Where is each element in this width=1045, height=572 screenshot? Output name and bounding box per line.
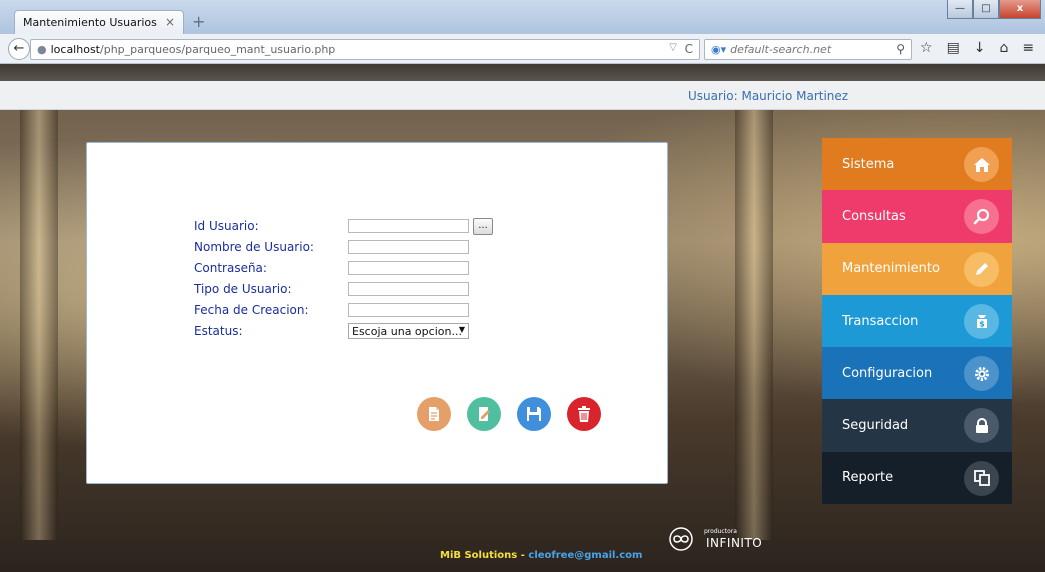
contrasena-input[interactable]	[348, 261, 469, 275]
menu-item-transaccion[interactable]: Transaccion $	[822, 294, 1012, 348]
estatus-selected-value: Escoja una opcion...	[352, 325, 462, 338]
save-button[interactable]	[517, 397, 551, 431]
footer-separator: -	[517, 550, 529, 561]
reading-list-icon[interactable]: ▤	[947, 40, 960, 56]
menu-item-label: Reporte	[842, 470, 894, 486]
new-document-icon	[429, 407, 439, 421]
new-button[interactable]	[417, 397, 451, 431]
edit-document-icon	[479, 407, 490, 421]
maximize-button[interactable]: □	[973, 0, 999, 19]
back-button[interactable]: ←	[8, 38, 30, 60]
toolbar-icons: ☆ ▤ ↓ ⌂ ≡	[920, 40, 1034, 56]
copy-icon	[964, 460, 999, 496]
svg-text:$: $	[979, 320, 985, 329]
download-icon[interactable]: ↓	[974, 40, 986, 56]
home-icon	[964, 147, 999, 182]
url-path: /php_parqueos/parqueo_mant_usuario.php	[100, 43, 336, 56]
browser-tab[interactable]: Mantenimiento Usuarios ×	[14, 10, 184, 35]
logo-text: INFINITO	[706, 536, 763, 550]
field-label: Estatus:	[194, 324, 243, 338]
menu-item-label: Mantenimiento	[842, 261, 940, 277]
logo-small-text: productora	[704, 528, 737, 535]
globe-icon: ●	[37, 43, 47, 56]
menu-item-consultas[interactable]: Consultas	[822, 190, 1012, 243]
reload-icon[interactable]: C	[685, 42, 693, 56]
search-icon[interactable]: ⚲	[896, 42, 905, 56]
url-dropdown-icon[interactable]: ▽	[669, 42, 677, 53]
field-label: Nombre de Usuario:	[194, 240, 314, 254]
field-label: Tipo de Usuario:	[194, 282, 292, 296]
footer-credit: MiB Solutions - cleofree@gmail.com	[440, 550, 642, 561]
menu-item-label: Consultas	[842, 208, 906, 224]
tipo-usuario-input[interactable]	[348, 282, 469, 296]
menu-item-mantenimiento[interactable]: Mantenimiento	[822, 242, 1012, 295]
new-tab-button[interactable]: +	[192, 12, 205, 31]
address-bar[interactable]: ● localhost/php_parqueos/parqueo_mant_usu…	[30, 39, 700, 60]
menu-item-label: Transaccion	[842, 313, 919, 329]
lock-icon	[964, 408, 999, 444]
bookmark-star-icon[interactable]: ☆	[920, 40, 933, 56]
fecha-creacion-input[interactable]	[348, 303, 469, 317]
field-label: Contraseña:	[194, 261, 267, 275]
delete-button[interactable]	[567, 397, 601, 431]
minimize-button[interactable]: —	[947, 0, 973, 19]
form-panel: Id Usuario: ... Nombre de Usuario: Contr…	[86, 142, 668, 484]
top-strip	[0, 64, 1045, 81]
field-label: Id Usuario:	[194, 219, 259, 233]
menu-item-configuracion[interactable]: Configuracion	[822, 347, 1012, 400]
search-placeholder: default-search.net	[730, 43, 832, 56]
lookup-button[interactable]: ...	[473, 217, 493, 235]
footer-email[interactable]: cleofree@gmail.com	[528, 550, 642, 561]
infinity-logo-icon	[669, 527, 693, 551]
menu-item-label: Seguridad	[842, 418, 909, 434]
field-label: Fecha de Creacion:	[194, 303, 309, 317]
infinito-logo: productora INFINITO	[668, 526, 762, 552]
close-window-button[interactable]: x	[999, 0, 1041, 19]
user-bar: Usuario: Mauricio Martinez	[0, 81, 1045, 110]
money-bag-icon: $	[964, 303, 999, 339]
save-icon	[527, 407, 541, 421]
side-menu: Sistema Consultas Mantenimiento Transacc…	[822, 138, 1012, 505]
window-controls: — □ x	[947, 0, 1041, 19]
tab-close-icon[interactable]: ×	[165, 15, 175, 29]
home-icon[interactable]: ⌂	[1000, 40, 1009, 56]
search-icon	[964, 199, 999, 235]
menu-item-reporte[interactable]: Reporte	[822, 451, 1012, 505]
browser-navbar: ← ● localhost/php_parqueos/parqueo_mant_u…	[0, 34, 1045, 64]
background-pillar	[20, 110, 58, 540]
estatus-select[interactable]: Escoja una opcion... ▼	[348, 323, 469, 339]
gear-icon	[964, 356, 999, 392]
tab-title: Mantenimiento Usuarios	[23, 16, 157, 29]
search-bar[interactable]: ◉▾ default-search.net ⚲	[704, 39, 912, 60]
menu-item-seguridad[interactable]: Seguridad	[822, 399, 1012, 452]
user-name: Usuario: Mauricio Martinez	[688, 89, 849, 103]
url-host: localhost	[50, 43, 100, 56]
id-usuario-input[interactable]	[348, 219, 469, 233]
menu-icon[interactable]: ≡	[1022, 40, 1034, 56]
page-background: Usuario: Mauricio Martinez Id Usuario: .…	[0, 64, 1045, 572]
menu-item-label: Sistema	[842, 156, 895, 172]
chevron-down-icon: ▼	[458, 325, 465, 334]
background-pillar	[735, 110, 773, 540]
browser-titlebar: Mantenimiento Usuarios × + — □ x	[0, 0, 1045, 35]
pencil-icon	[964, 251, 999, 287]
search-engine-icon[interactable]: ◉▾	[711, 43, 726, 56]
footer-brand: MiB Solutions	[440, 550, 518, 561]
edit-button[interactable]	[467, 397, 501, 431]
menu-item-label: Configuracion	[842, 365, 933, 381]
menu-item-sistema[interactable]: Sistema	[822, 138, 1012, 191]
nombre-usuario-input[interactable]	[348, 240, 469, 254]
delete-trash-icon	[578, 406, 590, 422]
